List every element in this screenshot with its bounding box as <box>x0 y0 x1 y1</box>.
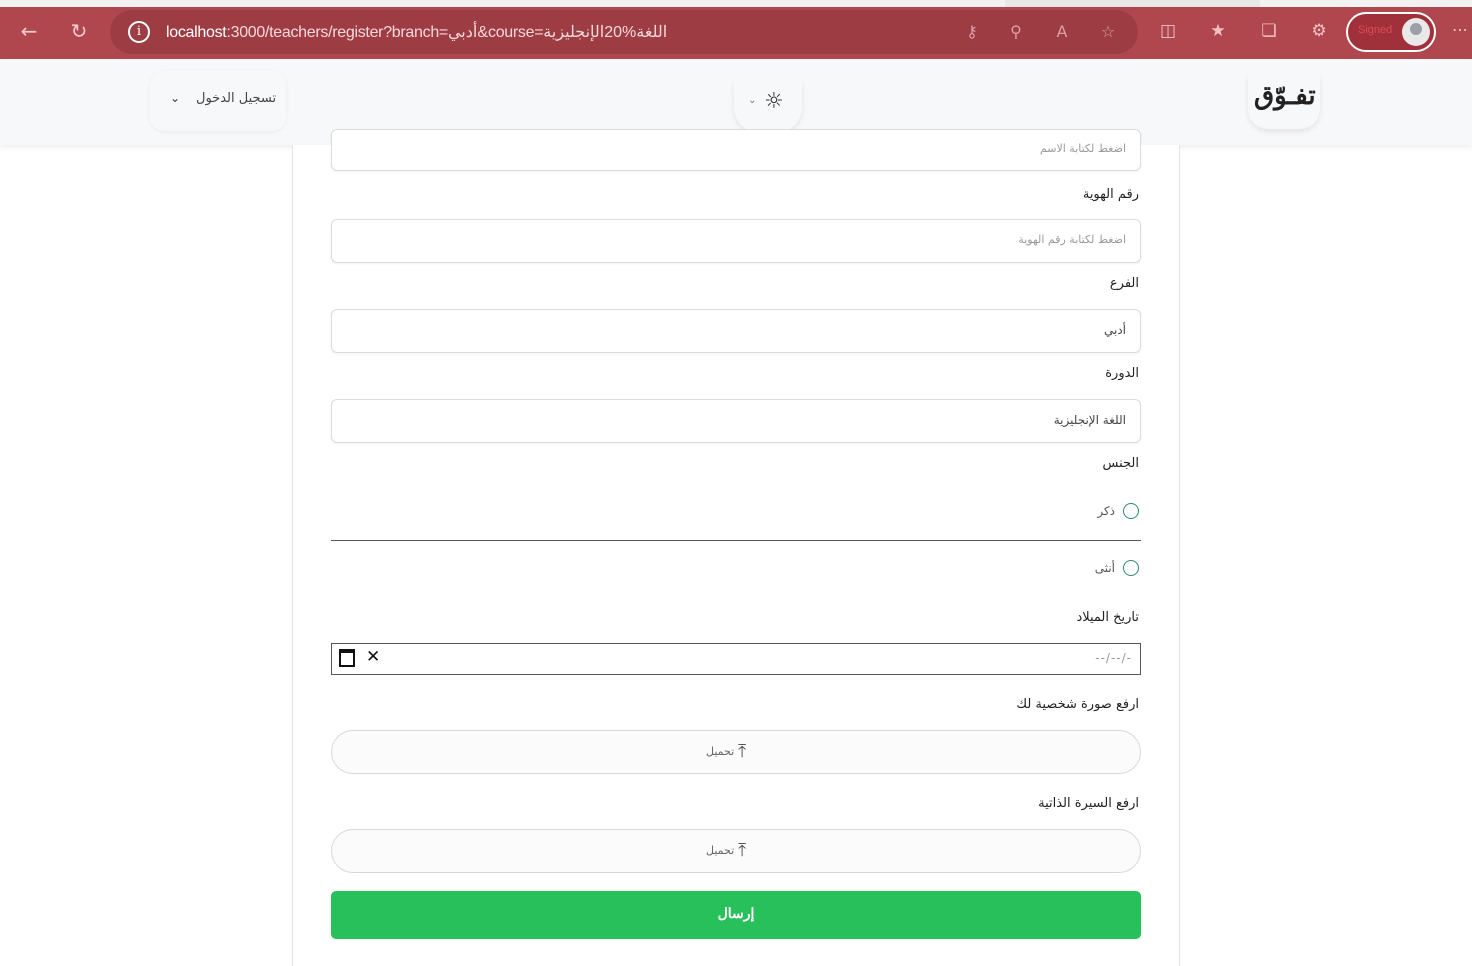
favorite-star-icon[interactable]: ☆ <box>1098 22 1118 42</box>
extension-icon[interactable]: ⚙ <box>1308 20 1330 42</box>
clear-icon[interactable]: ✕ <box>366 647 380 667</box>
sun-icon: ☼ <box>764 89 784 114</box>
dob-label: تاريخ الميلاد <box>1076 610 1139 625</box>
upload-content: ⤒ تحميل <box>706 840 746 861</box>
photo-label: ارفع صورة شخصية لك <box>1016 697 1139 712</box>
radio-button[interactable] <box>1123 503 1139 519</box>
dob-field[interactable]: ✕ --/--/- <box>331 643 1141 675</box>
upload-label: تحميل <box>706 745 735 758</box>
address-url[interactable]: localhost:3000/teachers/register?branch=… <box>166 22 667 42</box>
back-arrow-icon[interactable]: ← <box>16 18 42 44</box>
id-label: رقم الهوية <box>1082 187 1139 202</box>
gender-male-label: ذكر <box>1097 504 1115 518</box>
id-number-field[interactable]: اضغط لكتابة رقم الهوية <box>331 219 1141 263</box>
brand-name: تفـوّق <box>1254 81 1316 111</box>
address-bar[interactable]: i localhost:3000/teachers/register?branc… <box>110 10 1138 54</box>
read-aloud-icon[interactable]: A <box>1052 22 1072 42</box>
brand-logo[interactable]: تفـوّق <box>1248 73 1320 129</box>
favorites-icon[interactable]: ★ <box>1207 20 1229 42</box>
profile-label: Signed <box>1358 24 1393 36</box>
course-label: الدورة <box>1105 366 1139 381</box>
gender-label: الجنس <box>1102 456 1139 471</box>
calendar-icon[interactable] <box>339 649 355 667</box>
zoom-icon[interactable]: ⚲ <box>1006 22 1026 42</box>
more-icon[interactable]: ⋯ <box>1452 20 1468 39</box>
login-label: تسجيل الدخول <box>196 91 277 106</box>
key-icon[interactable]: ⚷ <box>962 22 982 42</box>
upload-content: ⤒ تحميل <box>706 741 746 762</box>
course-field[interactable]: اللغة الإنجليزية <box>331 399 1141 443</box>
name-field[interactable]: اضغط لكتابة الاسم <box>331 129 1141 171</box>
chevron-down-icon: ⌄ <box>748 95 757 106</box>
tab-strip-active <box>1005 0 1260 7</box>
upload-icon: ⤒ <box>738 840 747 861</box>
reload-icon[interactable]: ↻ <box>66 18 92 44</box>
submit-label: إرسال <box>717 905 755 921</box>
split-screen-icon[interactable]: ◫ <box>1157 20 1179 42</box>
upload-label: تحميل <box>706 844 735 857</box>
divider <box>331 540 1141 541</box>
site-info-icon[interactable]: i <box>128 21 150 43</box>
browser-toolbar: ← ↻ i localhost:3000/teachers/register?b… <box>0 0 1472 59</box>
dob-placeholder: --/--/- <box>1095 651 1132 665</box>
submit-button[interactable]: إرسال <box>331 891 1141 939</box>
profile-button[interactable]: Signed <box>1346 12 1436 52</box>
registration-form: اضغط لكتابة الاسم رقم الهوية اضغط لكتابة… <box>292 129 1180 966</box>
course-value: اللغة الإنجليزية <box>1053 413 1126 427</box>
login-dropdown[interactable]: ⌄ تسجيل الدخول <box>150 71 286 131</box>
collections-icon[interactable]: ❏ <box>1258 20 1280 42</box>
photo-upload-button[interactable]: ⤒ تحميل <box>331 730 1141 774</box>
chevron-down-icon: ⌄ <box>170 91 181 105</box>
avatar <box>1402 18 1430 46</box>
id-placeholder: اضغط لكتابة رقم الهوية <box>1018 233 1126 246</box>
theme-toggle[interactable]: ⌄ ☼ <box>734 81 802 133</box>
cv-label: ارفع السيرة الذاتية <box>1038 796 1139 811</box>
gender-female-option[interactable]: أنثى <box>1095 560 1139 576</box>
cv-upload-button[interactable]: ⤒ تحميل <box>331 829 1141 873</box>
name-placeholder: اضغط لكتابة الاسم <box>1039 142 1126 155</box>
radio-button[interactable] <box>1123 560 1139 576</box>
gender-female-label: أنثى <box>1094 561 1115 575</box>
upload-icon: ⤒ <box>738 741 747 762</box>
branch-field[interactable]: أدبي <box>331 309 1141 353</box>
gender-male-option[interactable]: ذكر <box>1097 503 1139 519</box>
branch-label: الفرع <box>1109 276 1139 291</box>
branch-value: أدبي <box>1103 323 1126 337</box>
